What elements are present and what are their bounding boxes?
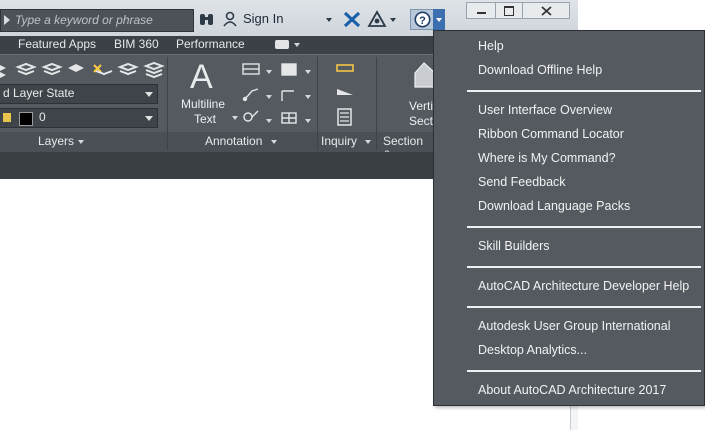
menu-item-desktop-analytics[interactable]: Desktop Analytics... xyxy=(478,343,587,357)
minimize-button[interactable] xyxy=(466,2,496,19)
vertical-section-label-1: Verti xyxy=(409,99,434,113)
chevron-down-icon xyxy=(78,140,84,144)
menu-separator xyxy=(467,226,701,228)
chevron-down-icon xyxy=(266,119,272,123)
chevron-down-icon xyxy=(365,140,371,144)
sign-in-button[interactable]: Sign In xyxy=(222,9,342,30)
vertical-section-button[interactable]: Verti Secti xyxy=(395,59,436,131)
help-question-icon: ? xyxy=(414,11,431,28)
autodesk-a360-icon xyxy=(367,10,387,27)
multiline-text-button[interactable]: A Multiline Text xyxy=(178,58,238,130)
house-section-icon xyxy=(414,62,435,88)
help-dropdown-menu: Help Download Offline Help User Interfac… xyxy=(433,30,705,406)
exchange-x-icon[interactable] xyxy=(342,9,362,30)
ribbon-display-toggle[interactable] xyxy=(275,38,303,51)
menu-item-user-interface-overview[interactable]: User Interface Overview xyxy=(478,103,612,117)
restore-icon xyxy=(504,6,514,16)
chevron-down-icon xyxy=(145,116,153,121)
annotation-panel-title[interactable]: Annotation xyxy=(168,132,317,152)
tab-bim-360[interactable]: BIM 360 xyxy=(114,37,159,51)
text-a-icon: A xyxy=(190,58,213,96)
layer-state-dropdown[interactable]: d Layer State xyxy=(0,84,158,104)
layers-panel-label: Layers xyxy=(38,134,75,148)
menu-separator xyxy=(467,306,701,308)
minimize-icon xyxy=(477,12,486,14)
vertical-section-label-2: Secti xyxy=(409,114,436,128)
layer-state-label: d Layer State xyxy=(3,86,75,100)
user-icon xyxy=(223,11,237,27)
menu-item-developer-help[interactable]: AutoCAD Architecture Developer Help xyxy=(478,279,689,293)
menu-item-autodesk-user-group[interactable]: Autodesk User Group International xyxy=(478,319,670,333)
chevron-down-icon xyxy=(145,92,153,97)
inquiry-tools xyxy=(336,61,356,129)
help-dropdown-button[interactable] xyxy=(433,9,445,30)
ribbon-tab-bar: Featured Apps BIM 360 Performance xyxy=(0,36,433,54)
autodesk-a360-button[interactable] xyxy=(366,9,400,30)
chevron-down-icon xyxy=(271,140,277,144)
chevron-down-icon xyxy=(436,18,442,22)
multiline-label-1: Multiline xyxy=(181,97,226,111)
chevron-down-icon xyxy=(266,95,272,99)
menu-separator xyxy=(467,266,701,268)
close-icon xyxy=(541,6,552,16)
menu-item-ribbon-command-locator[interactable]: Ribbon Command Locator xyxy=(478,127,624,141)
chevron-down-icon xyxy=(294,43,300,47)
color-swatch-icon xyxy=(19,112,33,126)
inquiry-panel-title[interactable]: Inquiry xyxy=(318,132,376,152)
inquiry-panel-label: Inquiry xyxy=(321,134,358,148)
menu-item-help[interactable]: Help xyxy=(478,39,504,53)
menu-item-download-offline-help[interactable]: Download Offline Help xyxy=(478,63,602,77)
layers-panel-title[interactable]: Layers xyxy=(0,132,167,152)
annotation-panel-label: Annotation xyxy=(205,134,263,148)
chevron-down-icon xyxy=(305,70,311,74)
tab-featured-apps[interactable]: Featured Apps xyxy=(18,37,96,51)
menu-separator xyxy=(467,370,701,372)
tab-performance[interactable]: Performance xyxy=(176,37,245,51)
multiline-label-2: Text xyxy=(194,112,217,126)
svg-text:?: ? xyxy=(419,15,426,27)
ribbon-panel: d Layer State 0 A Multiline Text Verti S… xyxy=(0,54,436,162)
binoculars-icon[interactable] xyxy=(197,9,217,30)
menu-item-about[interactable]: About AutoCAD Architecture 2017 xyxy=(478,383,666,397)
annotation-tools-grid xyxy=(242,61,312,129)
chevron-down-icon xyxy=(305,119,311,123)
restore-button[interactable] xyxy=(495,2,523,19)
layer-name: 0 xyxy=(39,110,46,124)
chevron-down-icon xyxy=(326,18,332,22)
sign-in-label: Sign In xyxy=(243,11,284,26)
chevron-down-icon xyxy=(305,95,311,99)
window-edge xyxy=(570,404,578,430)
layer-tools-row xyxy=(0,59,165,81)
menu-separator xyxy=(467,90,701,92)
ribbon-status-strip xyxy=(0,152,433,179)
chevron-down-icon xyxy=(232,116,238,120)
menu-item-send-feedback[interactable]: Send Feedback xyxy=(478,175,566,189)
menu-item-where-is-my-command[interactable]: Where is My Command? xyxy=(478,151,616,165)
close-button[interactable] xyxy=(522,2,570,19)
chevron-down-icon xyxy=(390,18,396,22)
window-controls xyxy=(466,2,570,19)
section-panel-title[interactable]: Section & xyxy=(377,132,433,162)
panel-toggle-icon xyxy=(275,40,289,49)
layer-dropdown[interactable]: 0 xyxy=(0,108,158,128)
search-input[interactable] xyxy=(15,11,185,29)
menu-item-download-language-packs[interactable]: Download Language Packs xyxy=(478,199,630,213)
menu-item-skill-builders[interactable]: Skill Builders xyxy=(478,239,550,253)
chevron-down-icon xyxy=(266,70,272,74)
search-expand-icon[interactable] xyxy=(4,15,10,25)
lock-icon xyxy=(3,113,11,122)
search-box[interactable] xyxy=(0,9,194,32)
